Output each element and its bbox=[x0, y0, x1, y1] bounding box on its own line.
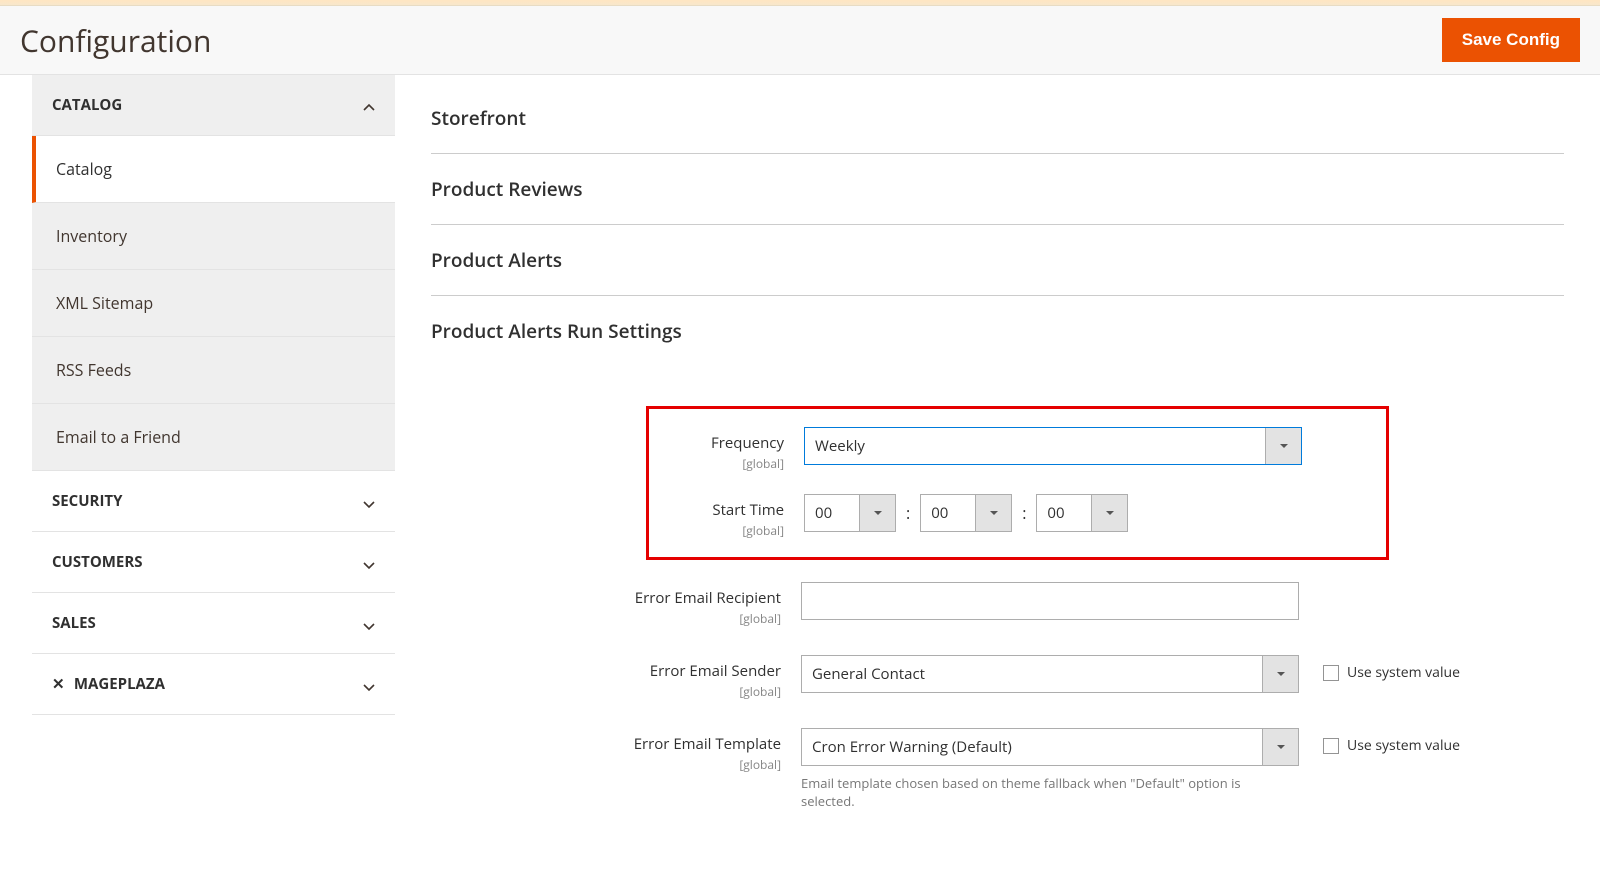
field-error-sender: Error Email Sender [global] General Cont… bbox=[431, 655, 1564, 700]
chevron-down-icon bbox=[363, 617, 375, 629]
error-template-select[interactable]: Cron Error Warning (Default) bbox=[801, 728, 1299, 766]
field-error-template: Error Email Template [global] Cron Error… bbox=[431, 728, 1564, 810]
dropdown-arrow-icon bbox=[1091, 495, 1127, 531]
accordion-storefront[interactable]: Storefront bbox=[431, 95, 1564, 154]
start-time-hour-select[interactable]: 00 bbox=[804, 494, 896, 532]
field-start-time: Start Time [global] 00 : bbox=[649, 494, 1386, 539]
select-value: Weekly bbox=[815, 436, 865, 456]
sidebar-section-sales[interactable]: SALES bbox=[32, 593, 395, 654]
config-sidebar: CATALOG Catalog Inventory XML Sitemap RS… bbox=[0, 75, 395, 878]
time-colon: : bbox=[1022, 502, 1026, 524]
sidebar-section-catalog[interactable]: CATALOG bbox=[32, 75, 395, 136]
field-scope: [global] bbox=[431, 756, 781, 773]
accordion-product-alerts-run-settings[interactable]: Product Alerts Run Settings bbox=[431, 296, 1564, 366]
field-scope: [global] bbox=[649, 522, 784, 539]
sidebar-item-label: XML Sitemap bbox=[56, 292, 153, 314]
sidebar-item-label: Email to a Friend bbox=[56, 426, 181, 448]
field-label: Start Time bbox=[712, 500, 784, 520]
select-value: 00 bbox=[1047, 503, 1064, 523]
sidebar-item-inventory[interactable]: Inventory bbox=[32, 203, 395, 270]
field-scope: [global] bbox=[649, 455, 784, 472]
accordion-product-alerts[interactable]: Product Alerts bbox=[431, 225, 1564, 296]
sidebar-item-label: Catalog bbox=[56, 158, 112, 180]
sidebar-section-label: ✕ MAGEPLAZA bbox=[52, 674, 165, 694]
sidebar-item-label: Inventory bbox=[56, 225, 127, 247]
frequency-select[interactable]: Weekly bbox=[804, 427, 1302, 465]
sidebar-item-email-friend[interactable]: Email to a Friend bbox=[32, 404, 395, 471]
field-label: Error Email Template bbox=[634, 734, 781, 754]
page-title: Configuration bbox=[20, 20, 211, 61]
dropdown-arrow-icon bbox=[859, 495, 895, 531]
time-colon: : bbox=[906, 502, 910, 524]
error-recipient-input[interactable] bbox=[801, 582, 1299, 620]
field-label: Error Email Recipient bbox=[635, 588, 781, 608]
start-time-second-select[interactable]: 00 bbox=[1036, 494, 1128, 532]
accordion-body: Frequency [global] Weekly bbox=[431, 366, 1564, 810]
select-value: Cron Error Warning (Default) bbox=[812, 737, 1012, 757]
use-system-label: Use system value bbox=[1347, 663, 1460, 682]
dropdown-arrow-icon bbox=[1262, 729, 1298, 765]
sidebar-section-security[interactable]: SECURITY bbox=[32, 471, 395, 532]
sidebar-item-catalog[interactable]: Catalog bbox=[32, 136, 395, 203]
dropdown-arrow-icon bbox=[1265, 428, 1301, 464]
chevron-down-icon bbox=[363, 495, 375, 507]
chevron-up-icon bbox=[363, 99, 375, 111]
sidebar-item-label: RSS Feeds bbox=[56, 359, 131, 381]
highlight-box: Frequency [global] Weekly bbox=[646, 406, 1389, 560]
sidebar-section-mageplaza[interactable]: ✕ MAGEPLAZA bbox=[32, 654, 395, 715]
save-config-button[interactable]: Save Config bbox=[1442, 18, 1580, 62]
chevron-down-icon bbox=[363, 678, 375, 690]
sidebar-section-label: SALES bbox=[52, 613, 96, 633]
use-system-checkbox[interactable] bbox=[1323, 665, 1339, 681]
page-header: Configuration Save Config bbox=[0, 6, 1600, 75]
select-value: 00 bbox=[931, 503, 948, 523]
sidebar-item-rss-feeds[interactable]: RSS Feeds bbox=[32, 337, 395, 404]
dropdown-arrow-icon bbox=[975, 495, 1011, 531]
select-value: 00 bbox=[815, 503, 832, 523]
sidebar-section-customers[interactable]: CUSTOMERS bbox=[32, 532, 395, 593]
select-value: General Contact bbox=[812, 664, 925, 684]
sidebar-section-label: CUSTOMERS bbox=[52, 552, 143, 572]
field-frequency: Frequency [global] Weekly bbox=[649, 427, 1386, 472]
field-scope: [global] bbox=[431, 683, 781, 700]
chevron-down-icon bbox=[363, 556, 375, 568]
field-error-recipient: Error Email Recipient [global] bbox=[431, 582, 1564, 627]
start-time-minute-select[interactable]: 00 bbox=[920, 494, 1012, 532]
field-label: Error Email Sender bbox=[650, 661, 781, 681]
error-sender-select[interactable]: General Contact bbox=[801, 655, 1299, 693]
accordion-product-reviews[interactable]: Product Reviews bbox=[431, 154, 1564, 225]
field-hint: Email template chosen based on theme fal… bbox=[801, 774, 1281, 810]
dropdown-arrow-icon bbox=[1262, 656, 1298, 692]
sidebar-section-label: SECURITY bbox=[52, 491, 122, 511]
field-label: Frequency bbox=[711, 433, 784, 453]
field-scope: [global] bbox=[431, 610, 781, 627]
config-main: Storefront Product Reviews Product Alert… bbox=[395, 75, 1600, 878]
sidebar-section-label: CATALOG bbox=[52, 95, 122, 115]
mageplaza-icon: ✕ bbox=[52, 674, 70, 694]
sidebar-item-xml-sitemap[interactable]: XML Sitemap bbox=[32, 270, 395, 337]
